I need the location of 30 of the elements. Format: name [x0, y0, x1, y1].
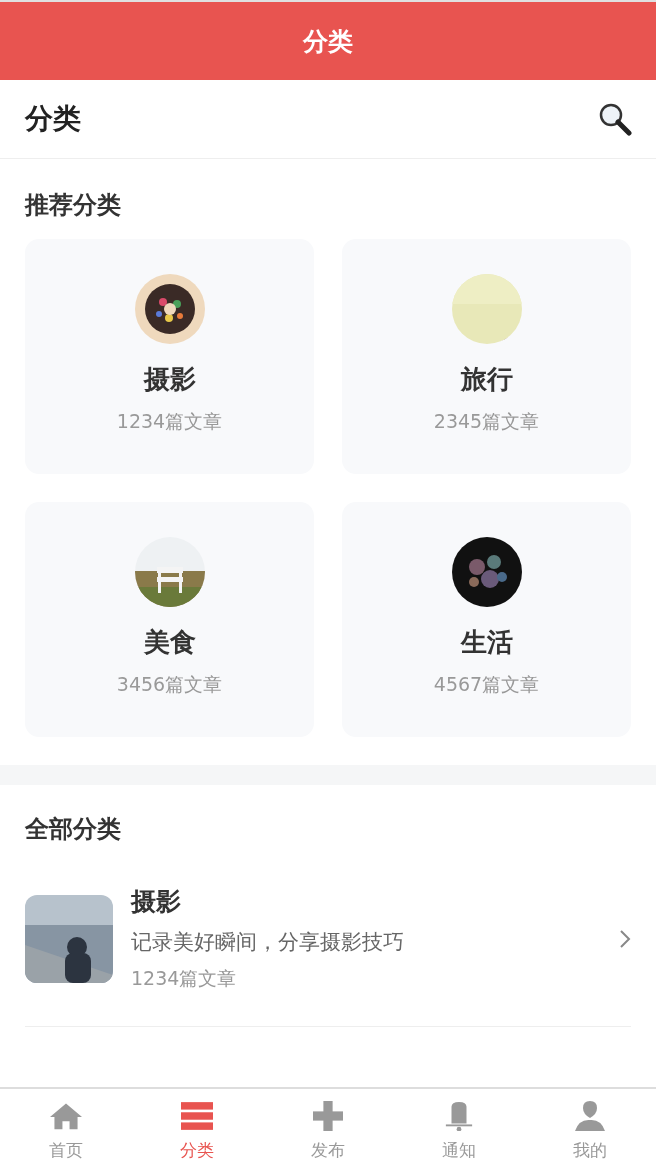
article-count: 1234篇文章 [131, 966, 238, 991]
category-name: 生活 [460, 626, 513, 659]
tab[interactable]: 分类 [131, 1089, 263, 1174]
page-title: 分类 [25, 101, 81, 137]
category-card[interactable]: 摄影 1234篇文章 [25, 239, 314, 474]
search-icon[interactable] [598, 102, 632, 136]
category-card[interactable]: 美食 3456篇文章 [25, 502, 314, 737]
category-name: 美食 [143, 626, 196, 659]
section-title: 推荐分类 [23, 190, 122, 221]
tab[interactable]: 发布 [262, 1089, 394, 1174]
app-header: 分类 [0, 0, 656, 80]
category-name: 摄影 [143, 363, 196, 396]
category-name: 摄影 [131, 886, 182, 918]
tab[interactable]: 通知 [393, 1089, 525, 1174]
plus-icon [312, 1101, 344, 1131]
category-card[interactable]: 旅行 2345篇文章 [342, 239, 631, 474]
article-count: 1234篇文章 [116, 409, 223, 434]
article-count: 2345篇文章 [433, 409, 540, 434]
tab[interactable]: 我的 [524, 1089, 656, 1174]
category-description: 记录美好瞬间，分享摄影技巧 [131, 929, 405, 956]
user-icon [574, 1101, 607, 1131]
category-name: 旅行 [460, 363, 513, 396]
tab[interactable]: 首页 [0, 1089, 132, 1174]
chevron-icon[interactable] [619, 928, 631, 949]
article-count: 4567篇文章 [433, 672, 540, 697]
home-icon [49, 1101, 82, 1131]
list-icon [180, 1101, 213, 1131]
section-title: 全部分类 [24, 814, 122, 845]
article-count: 3456篇文章 [116, 672, 223, 697]
category-card[interactable]: 生活 4567篇文章 [342, 502, 631, 737]
